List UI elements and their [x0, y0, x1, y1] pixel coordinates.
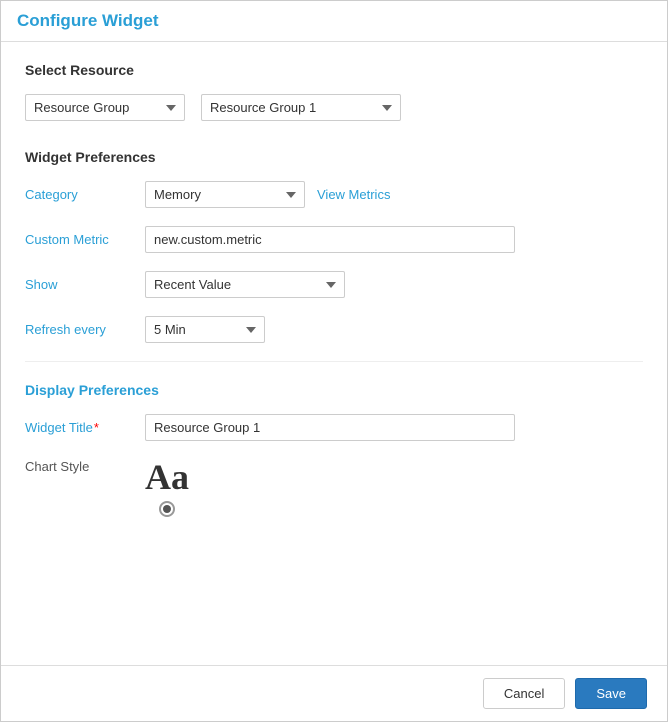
refresh-label: Refresh every [25, 322, 145, 337]
dialog-header: Configure Widget [1, 1, 667, 42]
show-select[interactable]: Recent Value Average Maximum Minimum [145, 271, 345, 298]
dialog-title: Configure Widget [17, 11, 159, 30]
chart-style-font-icon: Aa [145, 459, 189, 495]
view-metrics-link[interactable]: View Metrics [317, 187, 390, 202]
show-control-area: Recent Value Average Maximum Minimum [145, 271, 643, 298]
cancel-button[interactable]: Cancel [483, 678, 565, 709]
resource-group-select[interactable]: Resource Group 1 Resource Group 2 Resour… [201, 94, 401, 121]
custom-metric-control-area [145, 226, 643, 253]
dialog-footer: Cancel Save [1, 665, 667, 721]
section-divider [25, 361, 643, 362]
display-preferences-title: Display Preferences [25, 382, 643, 398]
select-resource-section: Select Resource Resource Group Resource … [25, 62, 643, 121]
select-resource-title: Select Resource [25, 62, 643, 78]
chart-style-row: Chart Style Aa [25, 459, 643, 517]
category-select[interactable]: Memory CPU Disk Network [145, 181, 305, 208]
widget-title-control-area [145, 414, 643, 441]
dialog-body: Select Resource Resource Group Resource … [1, 42, 667, 665]
resource-type-select[interactable]: Resource Group Resource Host Resource Po… [25, 94, 185, 121]
widget-preferences-title: Widget Preferences [25, 149, 643, 165]
category-label: Category [25, 187, 145, 202]
widget-preferences-section: Widget Preferences Category Memory CPU D… [25, 149, 643, 343]
save-button[interactable]: Save [575, 678, 647, 709]
chart-style-radio[interactable] [159, 501, 175, 517]
category-control-area: Memory CPU Disk Network View Metrics [145, 181, 643, 208]
custom-metric-input[interactable] [145, 226, 515, 253]
required-star: * [94, 420, 99, 435]
resource-selects: Resource Group Resource Host Resource Po… [25, 94, 643, 121]
category-row: Category Memory CPU Disk Network View Me… [25, 181, 643, 208]
refresh-row: Refresh every 1 Min 5 Min 10 Min 30 Min … [25, 316, 643, 343]
widget-title-input[interactable] [145, 414, 515, 441]
configure-widget-dialog: Configure Widget Select Resource Resourc… [0, 0, 668, 722]
show-label: Show [25, 277, 145, 292]
show-row: Show Recent Value Average Maximum Minimu… [25, 271, 643, 298]
custom-metric-row: Custom Metric [25, 226, 643, 253]
custom-metric-label: Custom Metric [25, 232, 145, 247]
refresh-control-area: 1 Min 5 Min 10 Min 30 Min 1 Hour [145, 316, 643, 343]
refresh-select[interactable]: 1 Min 5 Min 10 Min 30 Min 1 Hour [145, 316, 265, 343]
chart-style-label: Chart Style [25, 459, 145, 474]
display-preferences-section: Display Preferences Widget Title* Chart … [25, 382, 643, 517]
chart-style-content: Aa [145, 459, 189, 517]
widget-title-label: Widget Title* [25, 420, 145, 435]
widget-title-row: Widget Title* [25, 414, 643, 441]
